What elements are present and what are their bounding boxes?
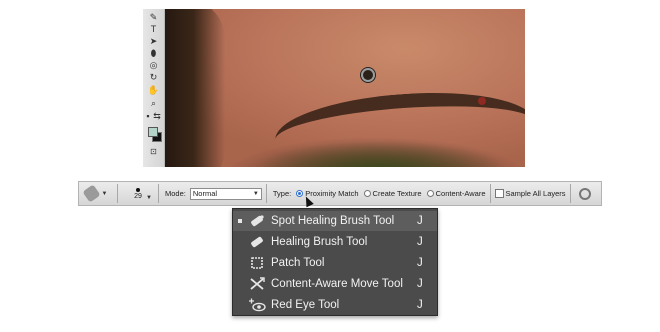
pressure-size-button[interactable]	[575, 187, 595, 200]
menu-item-shortcut: J	[417, 257, 423, 269]
menu-item-shortcut: J	[417, 299, 423, 311]
3d-rotate-tool-icon[interactable]: ◎	[146, 60, 161, 70]
menu-item-content-aware-move[interactable]: Content-Aware Move Tool J	[233, 274, 437, 294]
radio-content-aware[interactable]: Content-Aware	[426, 189, 486, 198]
chevron-down-icon: ▼	[101, 190, 108, 197]
options-bar: ▼ 29 ▼ Mode: Normal ▼ Type: Proximity Ma…	[78, 181, 602, 206]
tool-preset-picker[interactable]: ▼	[79, 184, 113, 203]
divider	[158, 184, 159, 203]
patch-tool-icon	[247, 255, 267, 271]
photo-blemish	[478, 97, 486, 105]
mode-select[interactable]: Normal ▼	[189, 187, 262, 200]
hand-tool-icon[interactable]: ✋	[146, 85, 161, 95]
path-selection-tool-icon[interactable]: ➤	[146, 36, 161, 46]
mode-label: Mode:	[165, 189, 186, 198]
menu-item-shortcut: J	[417, 215, 423, 227]
checkbox-box	[494, 189, 504, 198]
divider	[489, 184, 491, 203]
healing-tools-flyout: Spot Healing Brush Tool J Healing Brush …	[232, 208, 438, 316]
radio-indicator	[426, 190, 434, 197]
menu-item-label: Red Eye Tool	[271, 299, 340, 311]
sample-all-layers-checkbox[interactable]: Sample All Layers	[494, 189, 566, 198]
menu-item-healing-brush[interactable]: Healing Brush Tool J	[233, 232, 437, 252]
checkbox-label: Sample All Layers	[505, 189, 566, 198]
menu-item-spot-healing-brush[interactable]: Spot Healing Brush Tool J	[233, 211, 437, 231]
chevron-down-icon: ▼	[252, 190, 259, 197]
quick-mask-icon[interactable]: ⊡	[146, 147, 161, 157]
radio-indicator	[363, 190, 371, 197]
radio-label: Create Texture	[372, 189, 422, 198]
menu-item-label: Healing Brush Tool	[271, 236, 368, 248]
pressure-icon	[578, 187, 591, 200]
menu-item-label: Patch Tool	[271, 257, 325, 269]
radio-label: Content-Aware	[435, 189, 486, 198]
menu-item-patch-tool[interactable]: Patch Tool J	[233, 253, 437, 273]
foreground-color-swatch[interactable]	[148, 127, 158, 137]
red-eye-icon	[247, 297, 267, 313]
tools-panel: ✎ T ➤ ⬮ ◎ ↻ ✋ ⌕ ▪ ⇆ ⊡	[143, 9, 165, 167]
radio-label: Proximity Match	[305, 189, 359, 198]
type-label: Type:	[272, 189, 292, 198]
spot-healing-brush-icon	[81, 184, 101, 203]
3d-orbit-tool-icon[interactable]: ↻	[146, 72, 161, 82]
image-canvas[interactable]	[165, 9, 525, 167]
type-tool-icon[interactable]: T	[146, 24, 161, 34]
radio-create-texture[interactable]: Create Texture	[363, 189, 422, 198]
photo-eyebrow	[272, 85, 525, 167]
brush-size: 29	[134, 192, 142, 200]
zoom-tool-icon[interactable]: ⌕	[146, 98, 161, 108]
menu-item-label: Spot Healing Brush Tool	[271, 215, 395, 227]
photo-hair	[165, 9, 225, 167]
menu-item-red-eye[interactable]: Red Eye Tool J	[233, 295, 437, 315]
menu-item-shortcut: J	[417, 236, 423, 248]
menu-item-shortcut: J	[417, 278, 423, 290]
divider	[265, 184, 267, 203]
brush-picker[interactable]: 29 ▼	[122, 187, 154, 201]
chevron-down-icon: ▼	[146, 194, 152, 201]
brush-cursor	[361, 68, 375, 82]
spot-healing-brush-icon	[247, 213, 267, 229]
brush-tip-icon	[136, 187, 140, 192]
radio-indicator	[296, 190, 304, 197]
divider	[569, 184, 571, 203]
pen-tool-icon[interactable]: ✎	[146, 12, 161, 22]
ellipse-tool-icon[interactable]: ⬮	[146, 48, 161, 58]
mode-value: Normal	[192, 189, 218, 198]
content-aware-move-icon	[247, 276, 267, 292]
menu-item-label: Content-Aware Move Tool	[271, 278, 403, 290]
healing-brush-icon	[247, 234, 267, 250]
swap-colors-icon[interactable]: ⇆	[152, 111, 162, 121]
selected-marker	[233, 219, 247, 223]
divider	[117, 184, 118, 203]
